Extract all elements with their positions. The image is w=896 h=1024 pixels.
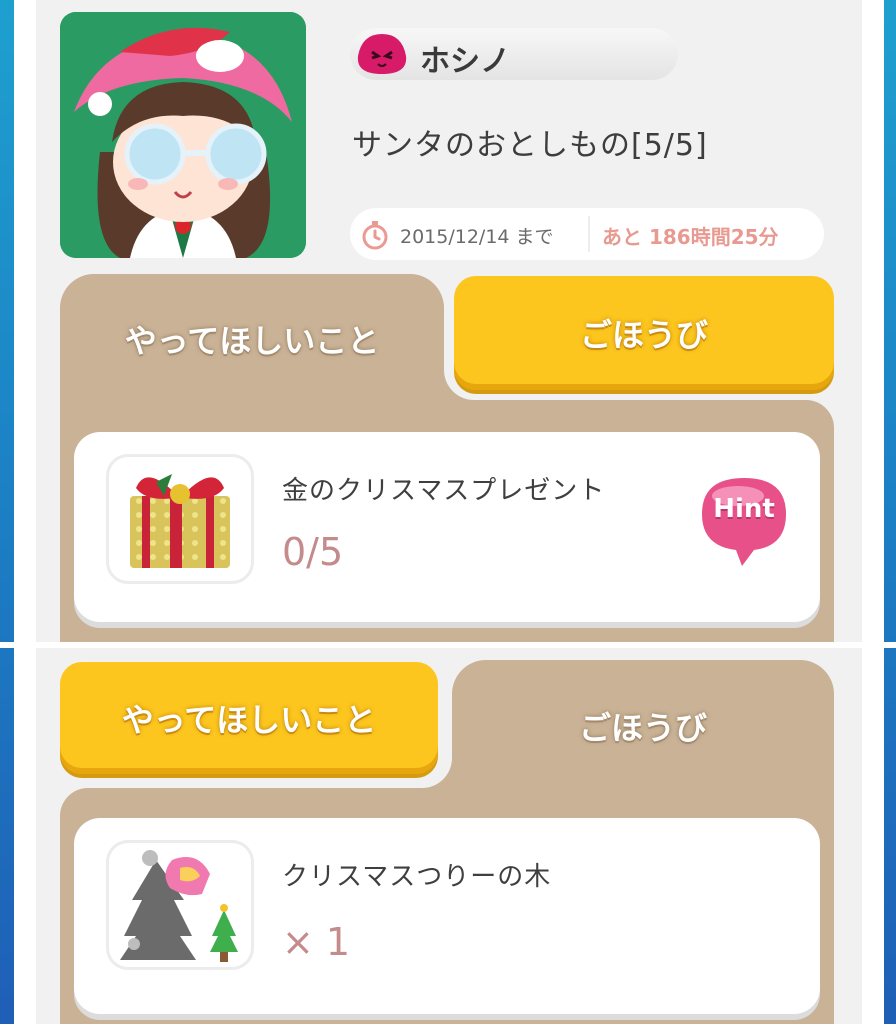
time-info-pill: 2015/12/14 まで あと 186時間25分 [350, 208, 824, 260]
item-progress: 0/5 [282, 530, 344, 574]
tab-requests-2[interactable]: やってほしいこと [60, 662, 438, 774]
reward-thumbnail [106, 840, 254, 970]
deadline-text: 2015/12/14 まで [400, 226, 554, 248]
tab-rewards[interactable]: ごほうび [454, 276, 834, 390]
tab-requests-label-2: やってほしいこと [121, 701, 377, 739]
remaining-time-text: あと 186時間25分 [602, 225, 779, 249]
avatar [60, 12, 306, 258]
user-name: ホシノ [420, 44, 510, 79]
user-slime-icon [357, 34, 407, 74]
right-gap [862, 0, 884, 1024]
quest-detail-panel: ホシノ サンタのおとしもの[5/5] 2015/12/14 まで あと 186時… [36, 0, 862, 642]
time-divider [588, 216, 590, 252]
gold-gift-icon [130, 474, 230, 568]
quest-title: サンタのおとしもの[5/5] [352, 128, 708, 163]
tab-requests-label: やってほしいこと [124, 322, 380, 360]
tab-rewards-label: ごほうび [579, 316, 708, 354]
avatar-character-icon [60, 12, 306, 258]
left-edge-bar [0, 0, 14, 1024]
reward-quantity: × 1 [282, 920, 351, 964]
stopwatch-icon [362, 221, 388, 250]
reward-item-card[interactable]: クリスマスつりーの木 × 1 [74, 818, 820, 1014]
tab-rewards-selected[interactable]: ごほうび [452, 660, 834, 792]
tab-rewards-label-2: ごほうび [578, 709, 707, 747]
hint-button[interactable]: Hint [698, 474, 790, 568]
user-name-pill[interactable]: ホシノ [350, 28, 678, 80]
request-item-card[interactable]: 金のクリスマスプレゼント 0/5 Hint [74, 432, 820, 622]
item-name: 金のクリスマスプレゼント [282, 476, 606, 506]
hint-label: Hint [713, 494, 775, 524]
item-thumbnail [106, 454, 254, 584]
right-edge-bar [884, 0, 896, 1024]
reward-name: クリスマスつりーの木 [282, 862, 552, 892]
christmas-tree-icon [120, 850, 238, 962]
left-gap [14, 0, 36, 1024]
reward-detail-panel: ごほうび やってほしいこと クリスマスつりーの木 × 1 [36, 648, 862, 1024]
tab-requests[interactable]: やってほしいこと [60, 274, 444, 404]
